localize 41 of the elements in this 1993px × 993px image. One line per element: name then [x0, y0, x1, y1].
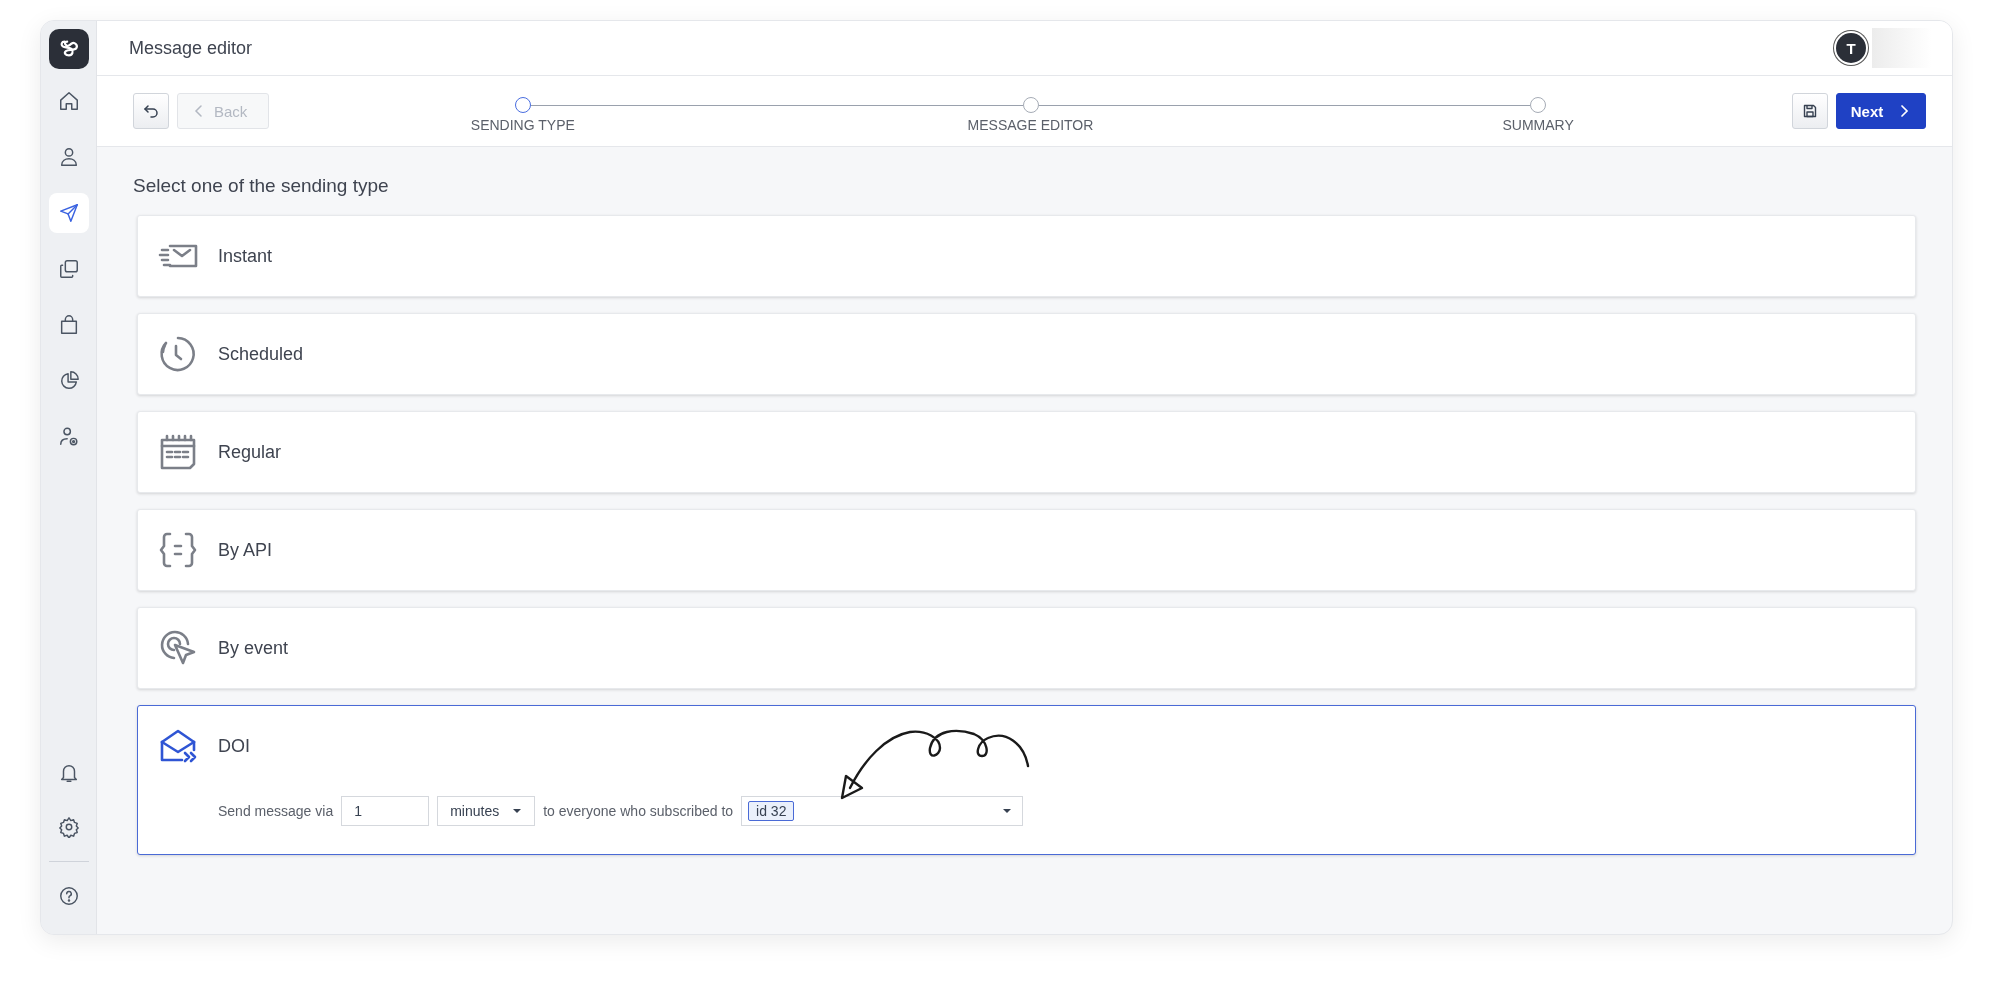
subscription-dropdown[interactable]: id 32 — [741, 796, 1024, 826]
page-title: Message editor — [129, 37, 253, 59]
selected-tag[interactable]: id 32 — [748, 801, 795, 821]
next-button[interactable]: Next — [1836, 93, 1926, 129]
card-label: Regular — [218, 441, 282, 463]
save-button[interactable] — [1792, 93, 1828, 129]
sending-type-card[interactable]: By API — [137, 509, 1916, 591]
sending-type-card[interactable]: DOI Send message via 1 minutes to everyone who subscribed to id 32 — [137, 705, 1916, 855]
card-label: DOI — [218, 735, 250, 757]
card-label: Instant — [218, 245, 273, 267]
card-label: By API — [218, 539, 273, 561]
copies-icon — [57, 258, 80, 280]
sending-type-card[interactable]: Scheduled — [137, 313, 1916, 395]
settings-icon — [57, 816, 80, 838]
card-label: By event — [218, 637, 289, 659]
caret-icon — [1002, 808, 1013, 814]
step-label[interactable]: MESSAGE EDITOR — [967, 117, 1094, 133]
home-icon — [57, 90, 80, 112]
form-label: to everyone who subscribed to — [543, 803, 734, 819]
user-gear-icon — [57, 426, 80, 448]
sending-type-card[interactable]: By event — [137, 607, 1916, 689]
undo-icon — [143, 103, 159, 119]
step-label[interactable]: SENDING TYPE — [470, 117, 575, 133]
app-logo[interactable] — [48, 29, 89, 69]
section-heading: Select one of the sending type — [133, 175, 390, 197]
card-label: Scheduled — [218, 343, 304, 365]
clock-icon — [158, 334, 198, 374]
unit-dropdown[interactable]: minutes — [437, 796, 536, 826]
calendar-icon — [158, 432, 198, 472]
delay-input[interactable]: 1 — [341, 796, 430, 826]
undo-button[interactable] — [133, 93, 169, 129]
braces-icon — [158, 530, 198, 570]
caret-icon — [512, 808, 523, 814]
form-label: Send message via — [218, 803, 334, 819]
user-avatar[interactable]: T — [1836, 33, 1866, 63]
step-label[interactable]: SUMMARY — [1502, 117, 1574, 133]
sending-type-card[interactable]: Regular — [137, 411, 1916, 493]
sidebar-item[interactable] — [48, 193, 89, 233]
sending-type-card[interactable]: Instant — [137, 215, 1916, 297]
help-icon — [57, 885, 80, 907]
send-icon — [57, 202, 80, 224]
